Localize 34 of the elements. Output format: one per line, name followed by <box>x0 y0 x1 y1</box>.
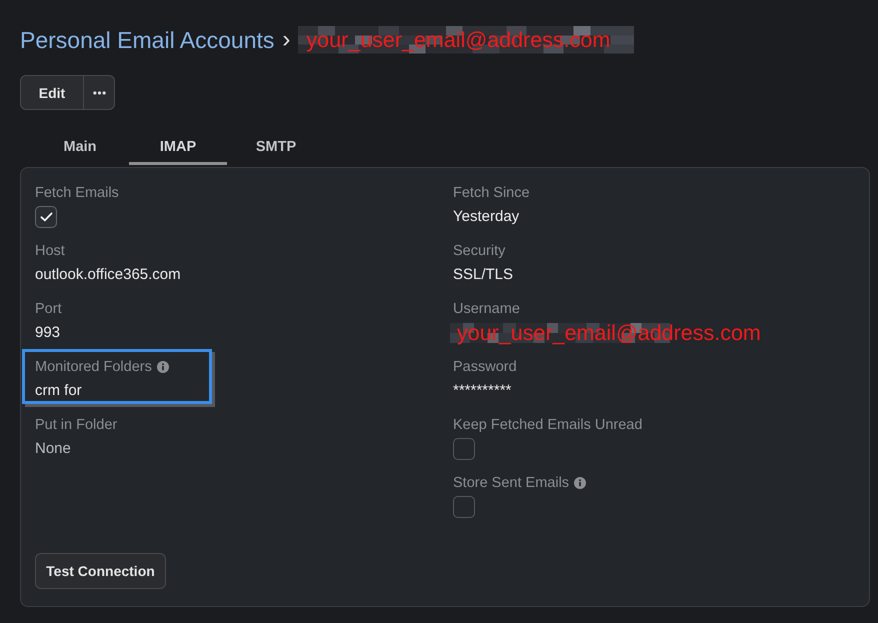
tab[interactable]: SMTP <box>227 129 325 165</box>
field-value: outlook.office365.com <box>35 265 181 285</box>
field-value: Yesterday <box>453 207 520 227</box>
field-label: Password <box>453 358 517 377</box>
field-value: None <box>35 439 71 459</box>
field-value: SSL/TLS <box>453 265 514 285</box>
field-label: Put in Folder <box>35 416 118 435</box>
breadcrumb-separator: › <box>282 26 290 54</box>
redacted-email-text: your_user_email@address.com <box>450 323 761 343</box>
breadcrumb-link[interactable]: Personal Email Accounts <box>20 26 274 54</box>
redacted-email-text: your_user_email@address.com <box>298 26 634 54</box>
field-label: Keep Fetched Emails Unread <box>453 416 642 435</box>
field-value: 993 <box>35 323 60 343</box>
field-label: Monitored Folders <box>35 358 152 377</box>
info-icon[interactable] <box>574 477 586 489</box>
field-value: ********** <box>453 381 512 401</box>
checkbox[interactable] <box>35 206 57 228</box>
field-label: Host <box>35 242 65 261</box>
field-value: crm for <box>35 381 82 401</box>
more-icon <box>92 90 106 94</box>
field-label: Store Sent Emails <box>453 474 570 493</box>
info-icon[interactable] <box>156 361 169 373</box>
field-label: Username <box>453 300 520 319</box>
edit-button[interactable]: Edit <box>20 75 84 110</box>
field-label: Fetch Emails <box>35 184 119 203</box>
field-label: Port <box>35 300 62 319</box>
more-button[interactable] <box>84 75 115 110</box>
field-label: Security <box>453 242 506 261</box>
checkbox[interactable] <box>453 438 475 460</box>
tab[interactable]: Main <box>31 129 129 165</box>
checkmark-icon <box>40 212 52 222</box>
field-label: Fetch Since <box>453 184 530 203</box>
checkbox[interactable] <box>453 496 475 518</box>
test-connection-button[interactable]: Test Connection <box>35 553 166 589</box>
